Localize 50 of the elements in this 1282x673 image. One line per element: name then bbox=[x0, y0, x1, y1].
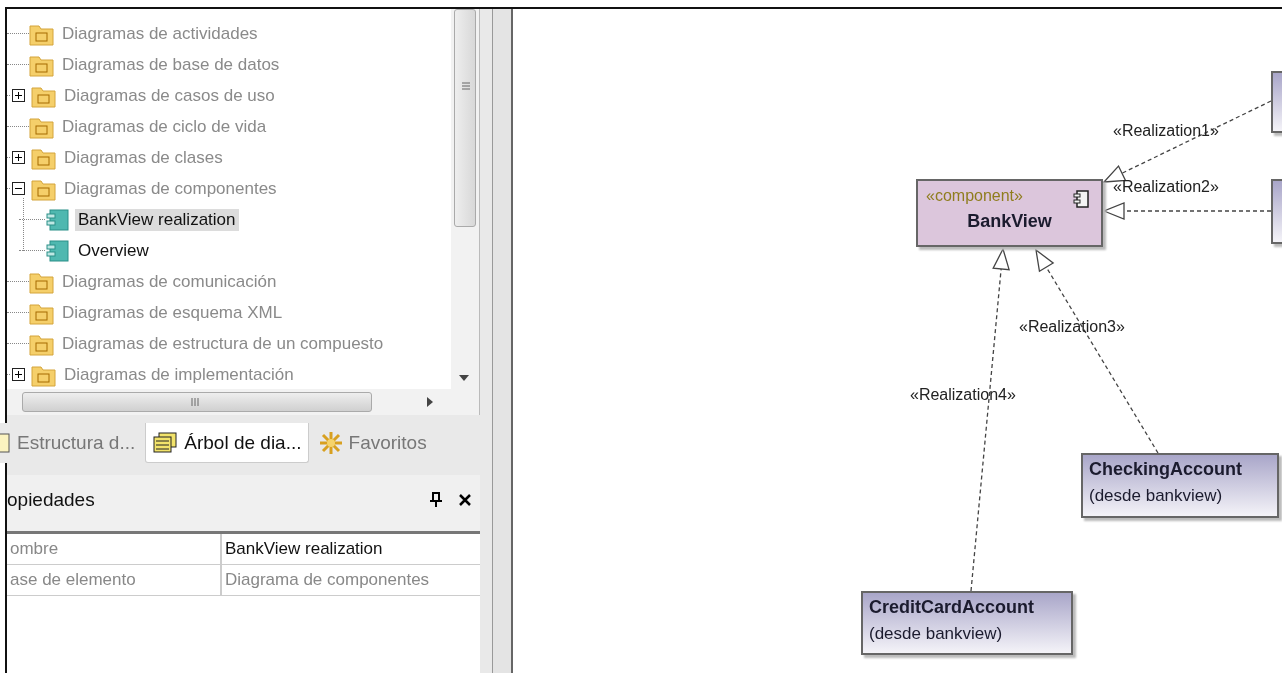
star-icon bbox=[318, 431, 343, 455]
node-subtitle: (desde bankview) bbox=[1089, 486, 1224, 506]
component-node[interactable]: «component» BankView bbox=[916, 179, 1103, 247]
close-icon bbox=[458, 493, 472, 507]
edge-label: «Realization1» bbox=[1113, 122, 1219, 140]
node-subtitle: (desde bankview) bbox=[869, 624, 1004, 644]
property-value: Diagrama de componentes bbox=[224, 569, 431, 591]
tree-item[interactable]: Diagramas de clases bbox=[61, 146, 226, 169]
property-value[interactable]: BankView realization bbox=[222, 534, 480, 564]
tree-item[interactable]: BankView realization bbox=[75, 208, 239, 231]
panel-tab[interactable]: Árbol de dia... bbox=[145, 423, 309, 463]
node-name: CreditCardAccount bbox=[869, 597, 1035, 618]
expand-icon[interactable] bbox=[12, 368, 25, 381]
expand-icon[interactable] bbox=[12, 89, 25, 102]
grip-icon bbox=[191, 398, 199, 406]
tree-item[interactable]: Diagramas de base de datos bbox=[59, 53, 283, 76]
tree-item[interactable]: Diagramas de componentes bbox=[61, 177, 280, 200]
stereotype-label: «component» bbox=[926, 187, 1023, 205]
node-name: BankView bbox=[967, 211, 1052, 232]
tree-item[interactable]: Diagramas de ciclo de vida bbox=[59, 115, 270, 138]
expand-icon[interactable] bbox=[12, 151, 25, 164]
tree-item[interactable]: Diagramas de comunicación bbox=[59, 270, 280, 293]
pin-icon bbox=[430, 492, 442, 508]
horizontal-scrollbar[interactable] bbox=[7, 389, 479, 415]
tree-item[interactable]: Diagramas de estructura de un compuesto bbox=[59, 332, 387, 355]
splitter[interactable] bbox=[492, 9, 513, 673]
tree-item[interactable]: Diagramas de casos de uso bbox=[61, 84, 278, 107]
layers-icon bbox=[152, 431, 179, 454]
component-icon bbox=[45, 238, 70, 263]
property-name: ombre bbox=[7, 534, 222, 564]
folder-icon bbox=[0, 432, 11, 454]
property-name: ase de elemento bbox=[7, 565, 222, 595]
grip-icon bbox=[462, 82, 470, 90]
scroll-right-icon[interactable] bbox=[427, 397, 433, 407]
tree-item[interactable]: Diagramas de implementación bbox=[61, 363, 297, 386]
class-node[interactable]: CheckingAccount (desde bankview) bbox=[1081, 453, 1279, 518]
component-icon bbox=[45, 207, 70, 232]
node-name: CheckingAccount bbox=[1089, 459, 1244, 480]
panel-title: opiedades bbox=[7, 489, 96, 511]
edge-label: «Realization3» bbox=[1019, 318, 1125, 336]
tree-item[interactable]: Diagramas de esquema XML bbox=[59, 301, 286, 324]
class-node[interactable]: CreditCardAccount (desde bankview) bbox=[861, 591, 1073, 655]
edge-label: «Realization2» bbox=[1113, 178, 1219, 196]
tree-item[interactable]: Diagramas de actividades bbox=[59, 22, 261, 45]
component-icon bbox=[1073, 190, 1089, 208]
collapse-icon[interactable] bbox=[12, 182, 25, 195]
vertical-scrollbar[interactable] bbox=[451, 9, 479, 389]
tree-item[interactable]: Overview bbox=[75, 239, 152, 262]
edge-label: «Realization4» bbox=[910, 386, 1016, 404]
scroll-down-icon[interactable] bbox=[459, 375, 469, 381]
